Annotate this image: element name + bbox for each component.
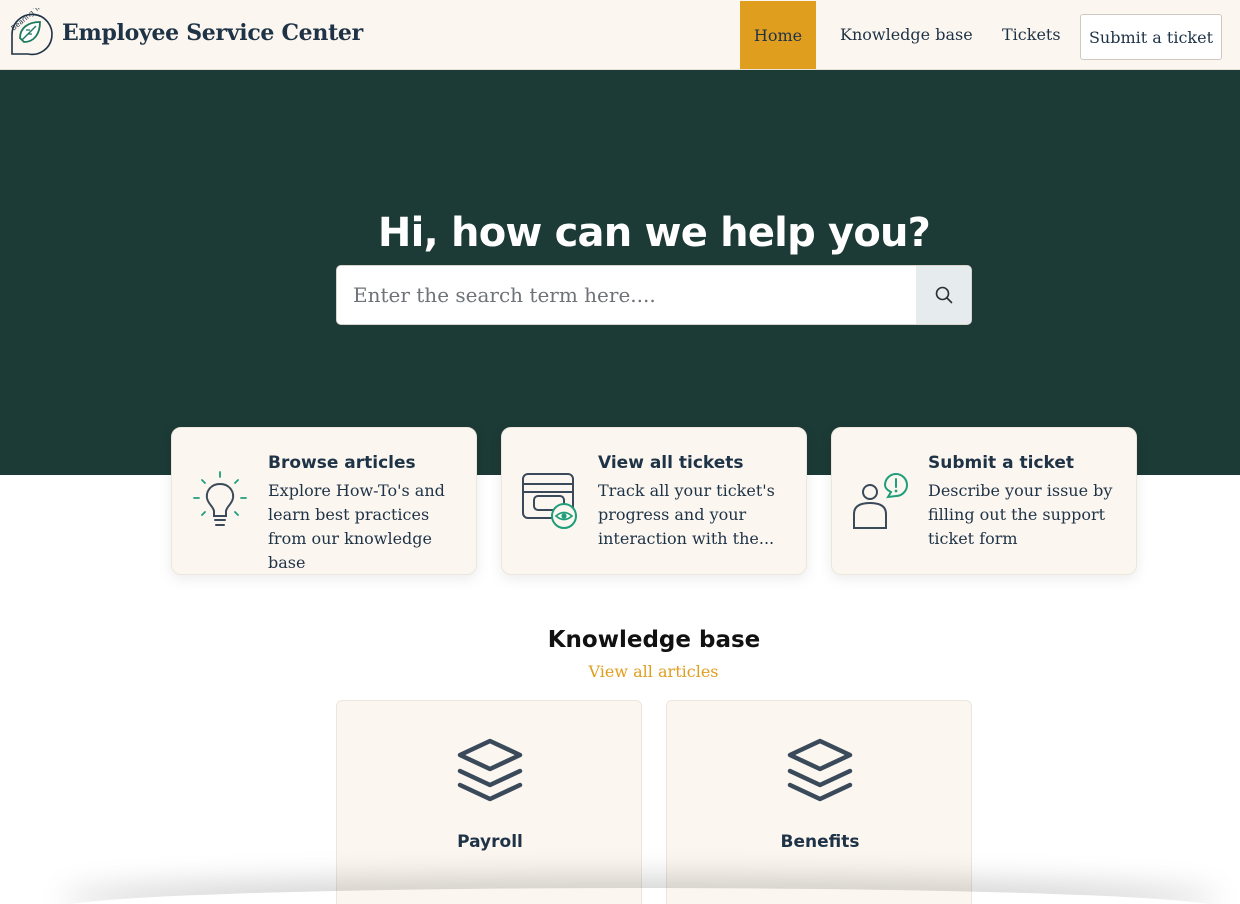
bearing-tree-logo[interactable]: Bearing Tree	[6, 0, 56, 60]
nav-knowledge-base[interactable]: Knowledge base	[840, 25, 973, 44]
site-header: Bearing Tree Employee Service Center Hom…	[0, 0, 1240, 70]
layers-icon	[786, 737, 854, 803]
card-description: Track all your ticket's progress and you…	[598, 481, 775, 548]
nav-tickets[interactable]: Tickets	[1002, 25, 1061, 44]
card-title: Submit a ticket	[928, 453, 1075, 473]
card-title: View all tickets	[598, 453, 744, 473]
kb-category-benefits[interactable]: Benefits	[666, 700, 972, 904]
kb-category-payroll[interactable]: Payroll	[336, 700, 642, 904]
card-description: Explore How-To's and learn best practice…	[268, 481, 445, 572]
browse-articles-card[interactable]: Browse articles Explore How-To's and lea…	[171, 427, 477, 575]
tickets-eye-icon	[520, 470, 580, 532]
search-icon	[935, 286, 953, 304]
kb-category-label: Benefits	[780, 832, 860, 852]
view-all-articles-link[interactable]: View all articles	[0, 662, 1240, 681]
person-alert-icon	[850, 470, 910, 532]
submit-ticket-button[interactable]: Submit a ticket	[1080, 14, 1222, 60]
search-input[interactable]	[337, 266, 916, 324]
search-button[interactable]	[916, 266, 971, 324]
kb-category-label: Payroll	[457, 832, 523, 852]
brand-title[interactable]: Employee Service Center	[62, 20, 363, 46]
card-title: Browse articles	[268, 453, 416, 473]
card-description: Describe your issue by filling out the s…	[928, 481, 1113, 548]
nav-home[interactable]: Home	[740, 1, 816, 69]
submit-ticket-card[interactable]: Submit a ticket Describe your issue by f…	[831, 427, 1137, 575]
knowledge-base-heading: Knowledge base	[547, 627, 761, 653]
view-all-tickets-card[interactable]: View all tickets Track all your ticket's…	[501, 427, 807, 575]
search-bar	[336, 265, 972, 325]
hero-title: Hi, how can we help you?	[377, 210, 931, 256]
layers-icon	[456, 737, 524, 803]
lightbulb-icon	[190, 470, 250, 532]
bottom-shadow-divider	[60, 888, 1220, 904]
